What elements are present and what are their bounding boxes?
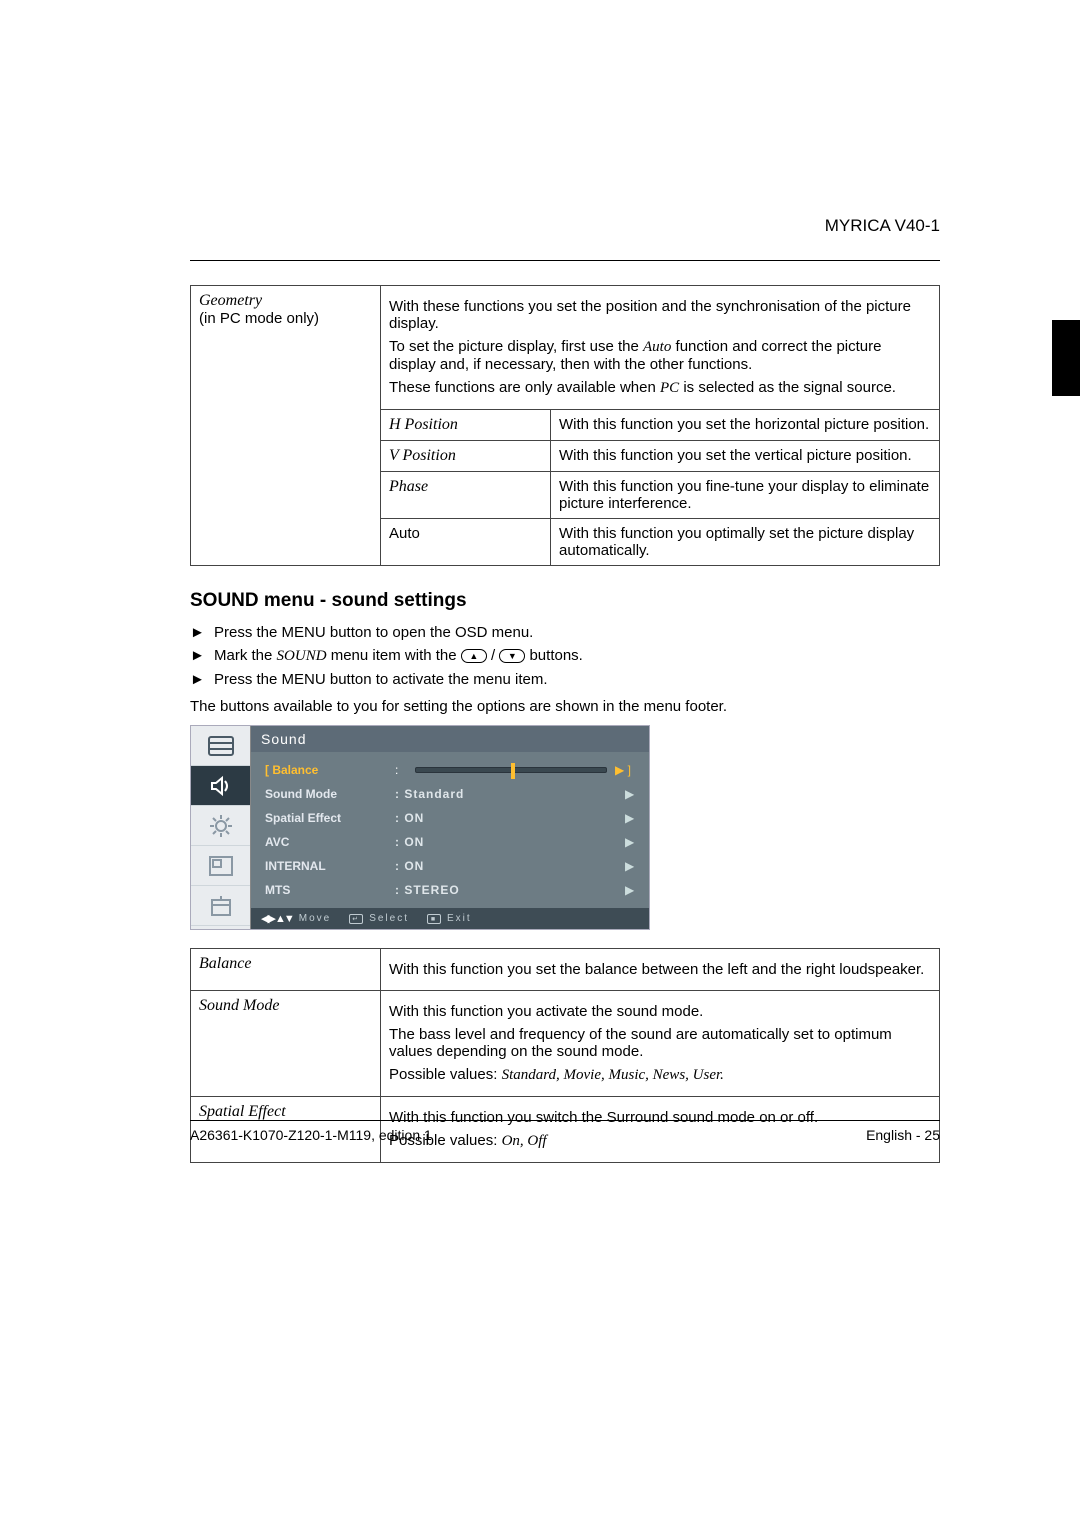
balance-slider	[415, 767, 607, 773]
pip-tab-icon	[191, 846, 250, 886]
section-heading: SOUND menu - sound settings	[190, 590, 940, 612]
osd-row: AVC: ON▶	[265, 830, 639, 854]
geometry-intro3: These functions are only available when …	[389, 379, 931, 397]
osd-hint-select: Select	[369, 913, 409, 924]
chevron-right-icon: ▶	[625, 883, 639, 897]
footer-doc-id: A26361-K1070-Z120-1-M119, edition 1	[190, 1127, 432, 1143]
bullet-icon: ►	[190, 671, 214, 688]
osd-row-label: [ Balance	[265, 763, 395, 777]
select-btn-icon: ↵	[349, 914, 363, 924]
page-footer: A26361-K1070-Z120-1-M119, edition 1 Engl…	[190, 1120, 940, 1143]
geom-row-desc: With this function you fine-tune your di…	[551, 472, 940, 519]
sound-def-label: Balance	[191, 949, 381, 991]
geometry-intro1: With these functions you set the positio…	[389, 298, 931, 332]
osd-sidebar	[191, 726, 251, 929]
chevron-right-icon: ▶	[625, 859, 639, 873]
bullet-icon: ►	[190, 647, 214, 664]
geom-row-label: Auto	[381, 519, 551, 566]
sound-def-label: Sound Mode	[191, 991, 381, 1097]
footer-note: The buttons available to you for setting…	[190, 698, 940, 715]
osd-row: [ Balance:▶ ]	[265, 758, 639, 782]
osd-row: INTERNAL: ON▶	[265, 854, 639, 878]
geometry-sub: (in PC mode only)	[199, 310, 319, 327]
osd-row-label: Spatial Effect	[265, 811, 395, 825]
osd-row-label: INTERNAL	[265, 859, 395, 873]
page-title: MYRICA V40-1	[825, 216, 940, 236]
osd-title: Sound	[251, 726, 649, 752]
sound-def-body: With this function you set the balance b…	[381, 949, 940, 991]
setup-tab-icon	[191, 806, 250, 846]
geometry-intro-cell: With these functions you set the positio…	[381, 286, 940, 410]
osd-row-label: AVC	[265, 835, 395, 849]
exit-btn-icon: ■	[427, 914, 441, 924]
osd-hint-exit: Exit	[447, 913, 472, 924]
osd-row-value: : ON	[395, 811, 625, 825]
osd-screenshot: Sound [ Balance:▶ ]Sound Mode: Standard▶…	[190, 725, 650, 930]
chevron-right-icon: ▶	[625, 835, 639, 849]
page: MYRICA V40-1 Geometry (in PC mode only) …	[0, 0, 1080, 1223]
osd-row: MTS: STEREO▶	[265, 878, 639, 902]
timer-tab-icon	[191, 886, 250, 926]
osd-panel: Sound [ Balance:▶ ]Sound Mode: Standard▶…	[251, 726, 649, 929]
geometry-title: Geometry	[199, 292, 262, 309]
instruction-item: ►Press the MENU button to activate the m…	[190, 671, 940, 688]
osd-hint-move: Move	[299, 913, 331, 924]
geom-row-desc: With this function you set the vertical …	[551, 441, 940, 472]
sound-def-body: With this function you activate the soun…	[381, 991, 940, 1097]
geom-row-label: H Position	[381, 410, 551, 441]
geom-row-desc: With this function you set the horizonta…	[551, 410, 940, 441]
chevron-right-icon: ▶	[625, 811, 639, 825]
instruction-list: ►Press the MENU button to open the OSD m…	[190, 624, 940, 688]
osd-row: Spatial Effect: ON▶	[265, 806, 639, 830]
geom-row-label: V Position	[381, 441, 551, 472]
osd-row-value: : STEREO	[395, 883, 625, 897]
osd-row: Sound Mode: Standard▶	[265, 782, 639, 806]
geometry-table: Geometry (in PC mode only) With these fu…	[190, 285, 940, 566]
chevron-right-icon: ▶ ]	[615, 763, 639, 777]
geometry-intro2: To set the picture display, first use th…	[389, 338, 931, 373]
geom-row-label: Phase	[381, 472, 551, 519]
up-button-icon: ▲	[461, 649, 487, 663]
chevron-right-icon: ▶	[625, 787, 639, 801]
down-button-icon: ▼	[499, 649, 525, 663]
instruction-item: ►Press the MENU button to open the OSD m…	[190, 624, 940, 641]
move-nav-icon: ◀▶ ▲▼	[261, 912, 293, 925]
osd-row-value: : ON	[395, 835, 625, 849]
picture-tab-icon	[191, 726, 250, 766]
bullet-icon: ►	[190, 624, 214, 641]
osd-row-value: : ON	[395, 859, 625, 873]
osd-hint-bar: ◀▶ ▲▼ Move ↵ Select ■ Exit	[251, 908, 649, 929]
instruction-item: ►Mark the SOUND menu item with the ▲ / ▼…	[190, 647, 940, 665]
footer-page: English - 25	[866, 1127, 940, 1143]
osd-row-value: : Standard	[395, 787, 625, 801]
osd-row-label: Sound Mode	[265, 787, 395, 801]
sound-tab-icon	[191, 766, 250, 806]
osd-rows: [ Balance:▶ ]Sound Mode: Standard▶Spatia…	[251, 752, 649, 908]
geometry-label-cell: Geometry (in PC mode only)	[191, 286, 381, 566]
geom-row-desc: With this function you optimally set the…	[551, 519, 940, 566]
osd-row-label: MTS	[265, 883, 395, 897]
